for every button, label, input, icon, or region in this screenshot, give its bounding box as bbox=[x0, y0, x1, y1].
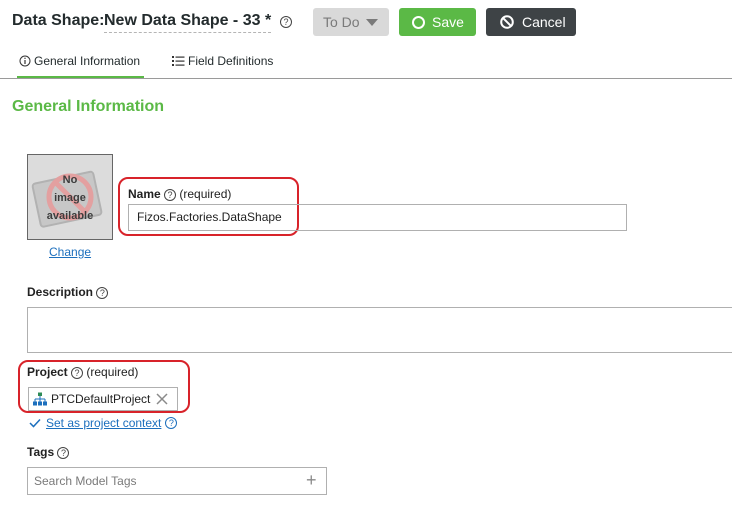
save-button[interactable]: Save bbox=[399, 8, 476, 36]
help-icon[interactable]: ? bbox=[57, 447, 70, 459]
info-icon bbox=[19, 55, 31, 67]
project-label: Project bbox=[27, 365, 68, 379]
name-label-group: Name ? (required) bbox=[128, 187, 231, 201]
tags-label-group: Tags ? bbox=[27, 445, 70, 459]
save-label: Save bbox=[432, 14, 464, 30]
description-textarea[interactable] bbox=[27, 307, 732, 353]
state-label: To Do bbox=[323, 14, 360, 30]
project-selector[interactable]: PTCDefaultProject bbox=[28, 387, 178, 411]
set-project-context-label: Set as project context bbox=[46, 416, 162, 430]
help-icon[interactable]: ? bbox=[165, 417, 178, 429]
change-image-link[interactable]: Change bbox=[49, 245, 91, 259]
project-label-group: Project ? (required) bbox=[27, 365, 138, 379]
project-required-text: (required) bbox=[86, 365, 139, 379]
description-label: Description bbox=[27, 285, 94, 299]
tab-general-label: General Information bbox=[34, 54, 141, 68]
entity-name-field[interactable]: New Data Shape - 33 * bbox=[104, 12, 272, 33]
cancel-button[interactable]: Cancel bbox=[486, 8, 576, 36]
project-value: PTCDefaultProject bbox=[51, 392, 151, 406]
ban-icon bbox=[500, 15, 514, 29]
caret-down-icon bbox=[365, 18, 378, 26]
tab-field-definitions[interactable]: Field Definitions bbox=[172, 54, 273, 68]
cancel-label: Cancel bbox=[522, 14, 566, 30]
plus-icon[interactable]: + bbox=[306, 470, 317, 491]
no-image-text: No image available bbox=[46, 174, 94, 222]
circle-icon bbox=[412, 15, 425, 29]
tab-divider bbox=[0, 78, 732, 79]
help-icon[interactable]: ? bbox=[280, 16, 292, 28]
tab-fields-label: Field Definitions bbox=[188, 54, 274, 68]
tags-search-input[interactable]: Search Model Tags bbox=[27, 467, 327, 495]
tags-label: Tags bbox=[27, 445, 55, 459]
set-project-context-link[interactable]: Set as project context ? bbox=[29, 416, 178, 430]
clear-icon[interactable] bbox=[155, 392, 169, 406]
description-label-group: Description ? bbox=[27, 285, 109, 299]
hierarchy-icon bbox=[33, 392, 47, 406]
tab-general-information[interactable]: General Information bbox=[19, 54, 140, 68]
name-required-text: (required) bbox=[179, 187, 232, 201]
entity-image: No image available bbox=[27, 154, 113, 240]
check-icon bbox=[29, 418, 41, 428]
section-title: General Information bbox=[12, 98, 165, 115]
name-input[interactable]: Fizos.Factories.DataShape bbox=[128, 204, 627, 231]
name-label: Name bbox=[128, 187, 161, 201]
help-icon[interactable]: ? bbox=[96, 287, 109, 299]
state-dropdown-button[interactable]: To Do bbox=[313, 8, 389, 36]
help-icon[interactable]: ? bbox=[71, 367, 84, 379]
help-icon[interactable]: ? bbox=[164, 189, 177, 201]
list-icon bbox=[172, 56, 185, 66]
entity-type-label: Data Shape: bbox=[12, 12, 105, 29]
